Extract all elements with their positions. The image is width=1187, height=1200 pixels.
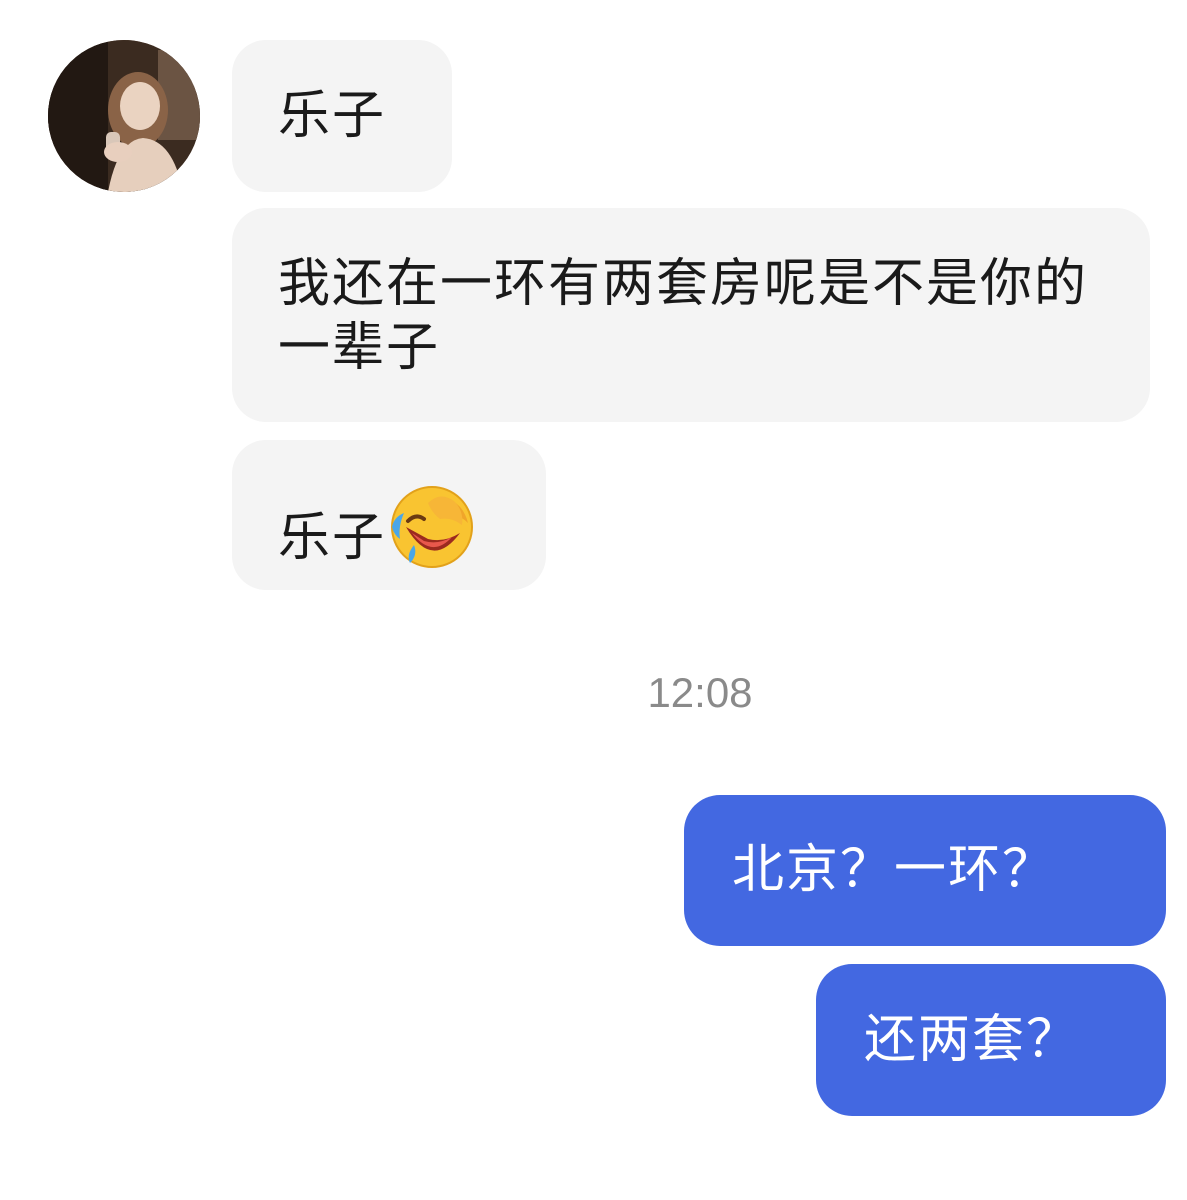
- message-text: 乐子: [278, 86, 387, 146]
- message-text: 北京？一环？: [732, 840, 1057, 900]
- message-bubble-incoming[interactable]: 乐子: [232, 40, 452, 192]
- message-timestamp: 12:08: [647, 669, 753, 716]
- message-text: 我还在一环有两套房呢是不是你的一辈子: [278, 254, 1089, 378]
- message-text: 乐子: [278, 508, 387, 568]
- message-bubble-incoming[interactable]: 乐子: [232, 440, 546, 590]
- message-text: 还两套？: [864, 1010, 1081, 1070]
- laughing-tears-icon: [388, 483, 476, 571]
- message-bubble-outgoing[interactable]: 北京？一环？: [684, 795, 1166, 946]
- avatar-photo: [48, 40, 200, 192]
- message-bubble-incoming[interactable]: 我还在一环有两套房呢是不是你的一辈子: [232, 208, 1150, 422]
- avatar[interactable]: [48, 40, 200, 192]
- message-bubble-outgoing[interactable]: 还两套？: [816, 964, 1166, 1116]
